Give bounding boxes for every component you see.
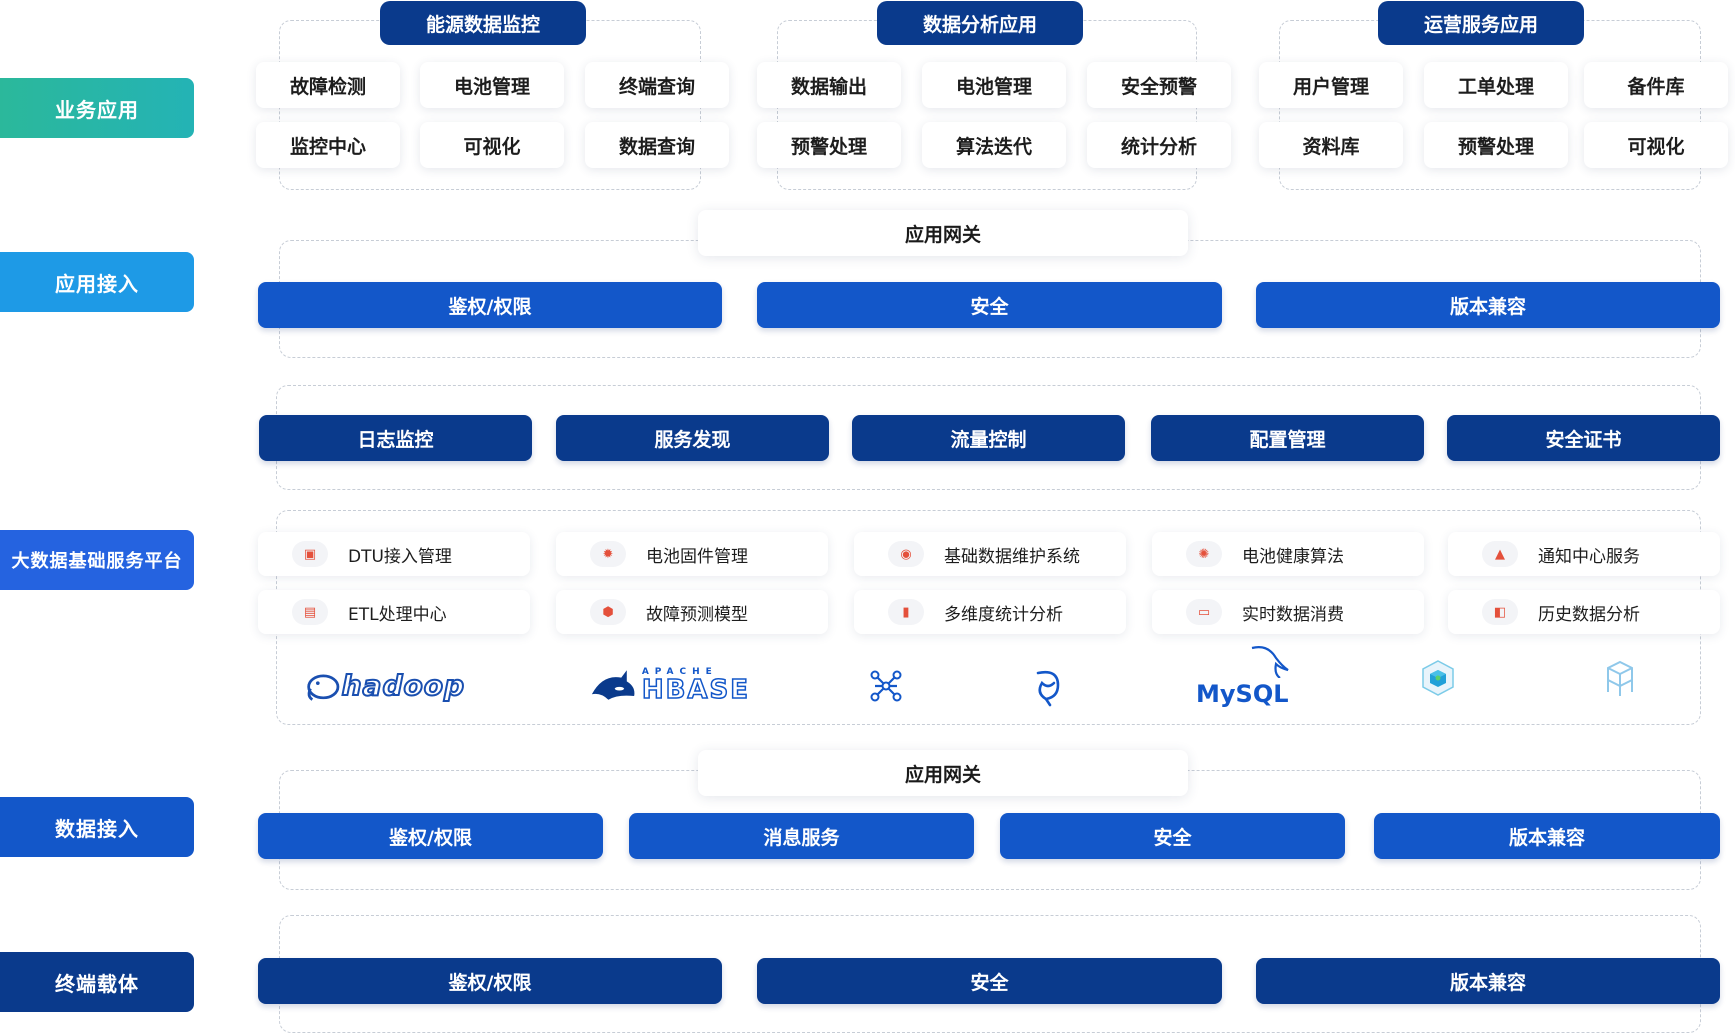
business-item: 电池管理: [420, 62, 564, 108]
service-card: ◧ 历史数据分析: [1448, 590, 1720, 634]
layer-label-business: 业务应用: [0, 78, 194, 138]
platform-bar-log: 日志监控: [259, 415, 532, 461]
business-item: 工单处理: [1424, 62, 1568, 108]
business-item: 数据输出: [757, 62, 901, 108]
database-icon: ◉: [888, 541, 924, 567]
service-card: ✺ 电池健康算法: [1152, 532, 1424, 576]
mysql-logo: MySQL: [1190, 644, 1290, 710]
service-card: ▮ 多维度统计分析: [854, 590, 1126, 634]
service-card: ▭ 实时数据消费: [1152, 590, 1424, 634]
etl-icon: ▤: [292, 599, 328, 625]
service-label: 故障预测模型: [646, 604, 748, 625]
business-item: 用户管理: [1259, 62, 1403, 108]
service-label: 电池健康算法: [1242, 546, 1344, 567]
stack-cube-logo: [1598, 656, 1642, 700]
business-item: 预警处理: [757, 122, 901, 168]
layer-label-app-access: 应用接入: [0, 252, 194, 312]
service-card: ▲ 通知中心服务: [1448, 532, 1720, 576]
service-card: ✹ 电池固件管理: [556, 532, 828, 576]
business-item: 电池管理: [922, 62, 1066, 108]
data-access-message-bar: 消息服务: [629, 813, 974, 859]
shield-icon: ⬢: [590, 599, 626, 625]
business-item: 安全预警: [1087, 62, 1231, 108]
business-group-title-2: 数据分析应用: [877, 1, 1083, 45]
app-access-auth-bar: 鉴权/权限: [258, 282, 722, 328]
elephant-icon: [307, 674, 340, 701]
service-label: 实时数据消费: [1242, 604, 1344, 625]
service-card: ⬢ 故障预测模型: [556, 590, 828, 634]
data-access-security-bar: 安全: [1000, 813, 1345, 859]
business-item: 算法迭代: [922, 122, 1066, 168]
hadoop-logo-text: hadoop: [341, 668, 465, 703]
monitor-icon: ▭: [1186, 599, 1222, 625]
service-label: 通知中心服务: [1538, 546, 1640, 567]
business-item: 统计分析: [1087, 122, 1231, 168]
mysql-logo-text: MySQL: [1196, 680, 1289, 708]
service-label: ETL处理中心: [348, 604, 447, 625]
data-gateway: 应用网关: [698, 750, 1188, 796]
platform-bar-traffic: 流量控制: [852, 415, 1125, 461]
leaf-icon: [1036, 670, 1060, 707]
orca-icon: [591, 670, 635, 700]
business-item: 资料库: [1259, 122, 1403, 168]
business-group-title-3: 运营服务应用: [1378, 1, 1584, 45]
settings-icon: ✺: [1186, 541, 1222, 567]
layer-label-platform: 大数据基础服务平台: [0, 530, 194, 590]
layer-label-data-access: 数据接入: [0, 797, 194, 857]
terminal-security-bar: 安全: [757, 958, 1222, 1004]
business-item: 故障检测: [256, 62, 400, 108]
terminal-version-bar: 版本兼容: [1256, 958, 1720, 1004]
service-label: 电池固件管理: [646, 546, 748, 567]
cube-icon: [1422, 660, 1454, 696]
business-item: 可视化: [1584, 122, 1728, 168]
service-card: ▣ DTU接入管理: [258, 532, 530, 576]
business-item: 备件库: [1584, 62, 1728, 108]
platform-bar-config: 配置管理: [1151, 415, 1424, 461]
business-item: 监控中心: [256, 122, 400, 168]
business-item: 预警处理: [1424, 122, 1568, 168]
hadoop-logo: hadoop: [305, 660, 465, 710]
app-access-version-bar: 版本兼容: [1256, 282, 1720, 328]
bar-chart-icon: ▮: [888, 599, 924, 625]
service-label: 基础数据维护系统: [944, 546, 1080, 567]
leaf-logo: [1028, 666, 1068, 710]
service-card: ◉ 基础数据维护系统: [854, 532, 1126, 576]
app-access-security-bar: 安全: [757, 282, 1222, 328]
bell-icon: ▲: [1482, 541, 1518, 567]
gear-icon: ✹: [590, 541, 626, 567]
dtu-icon: ▣: [292, 541, 328, 567]
layer-label-terminal: 终端载体: [0, 952, 194, 1012]
cube-logo: [1416, 656, 1460, 700]
dolphin-icon: [1251, 646, 1289, 678]
data-access-auth-bar: 鉴权/权限: [258, 813, 603, 859]
terminal-auth-bar: 鉴权/权限: [258, 958, 722, 1004]
clipboard-icon: ◧: [1482, 599, 1518, 625]
business-item: 终端查询: [585, 62, 729, 108]
app-gateway: 应用网关: [698, 210, 1188, 256]
platform-bar-cert: 安全证书: [1447, 415, 1720, 461]
network-nodes-logo: [866, 666, 906, 706]
service-label: DTU接入管理: [348, 546, 452, 567]
service-label: 历史数据分析: [1538, 604, 1640, 625]
business-group-title-1: 能源数据监控: [380, 1, 586, 45]
layers-cube-icon: [1607, 660, 1633, 696]
service-label: 多维度统计分析: [944, 604, 1063, 625]
platform-bar-discovery: 服务发现: [556, 415, 829, 461]
hbase-logo-text: HBASE: [641, 675, 750, 705]
network-icon: [870, 670, 902, 702]
hbase-logo: APACHE HBASE: [590, 660, 750, 710]
business-item: 数据查询: [585, 122, 729, 168]
business-item: 可视化: [420, 122, 564, 168]
service-card: ▤ ETL处理中心: [258, 590, 530, 634]
data-access-version-bar: 版本兼容: [1374, 813, 1720, 859]
